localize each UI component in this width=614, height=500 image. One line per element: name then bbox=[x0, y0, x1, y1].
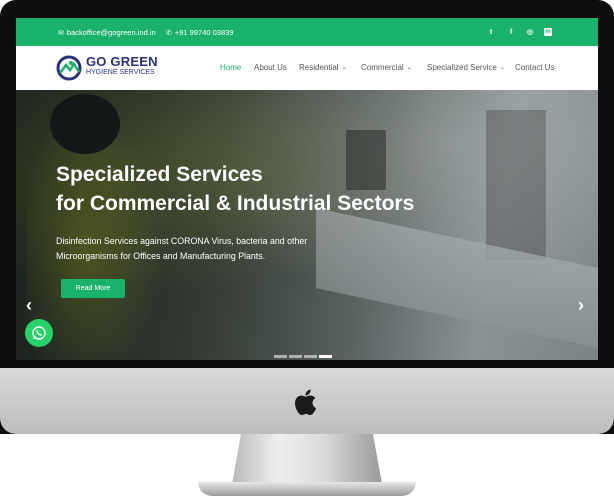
hero-subtitle-line1: Disinfection Services against CORONA Vir… bbox=[56, 236, 308, 246]
slider-pagination bbox=[274, 355, 332, 358]
nav-item-label: Residential bbox=[299, 63, 339, 72]
slider-prev-arrow-icon[interactable]: ‹ bbox=[26, 295, 32, 316]
hero-title-line1: Specialized Services bbox=[56, 163, 263, 186]
slider-dot[interactable] bbox=[304, 355, 317, 358]
website-screen: ✉ backoffice@gogreen.ind.in ✆ +91 99740 … bbox=[16, 18, 598, 360]
facebook-icon[interactable]: f bbox=[506, 27, 516, 37]
nav-item-about-us[interactable]: About Us bbox=[254, 63, 287, 72]
phone-text: +91 99740 03839 bbox=[174, 28, 234, 37]
hero-subtitle: Disinfection Services against CORONA Vir… bbox=[56, 234, 307, 264]
envelope-icon: ✉ bbox=[58, 29, 64, 37]
apple-logo-icon bbox=[295, 389, 317, 416]
phone-link[interactable]: ✆ +91 99740 03839 bbox=[166, 28, 233, 37]
nav-item-home[interactable]: Home bbox=[220, 63, 241, 72]
whatsapp-chat-button[interactable] bbox=[25, 319, 53, 347]
email-link[interactable]: ✉ backoffice@gogreen.ind.in bbox=[58, 28, 156, 37]
logo-emblem-icon bbox=[56, 55, 82, 81]
main-navigation: GO GREEN HYGIENE SERVICES Home About Us … bbox=[16, 46, 598, 91]
hero-title-line2: for Commercial & Industrial Sectors bbox=[56, 192, 415, 215]
logo-name: GO GREEN bbox=[86, 54, 158, 69]
hero-slider: ‹ › Specialized Services for Commercial … bbox=[16, 90, 598, 360]
slider-dot[interactable] bbox=[289, 355, 302, 358]
nav-item-label: Contact Us bbox=[515, 63, 555, 72]
slider-dot-active[interactable] bbox=[319, 355, 332, 358]
whatsapp-icon bbox=[32, 326, 46, 340]
logo-tagline: HYGIENE SERVICES bbox=[86, 69, 155, 76]
hero-overlay bbox=[16, 90, 598, 360]
email-text: backoffice@gogreen.ind.in bbox=[66, 28, 156, 37]
instagram-icon[interactable]: ◎ bbox=[525, 27, 535, 37]
nav-item-label: Commercial bbox=[361, 63, 404, 72]
monitor-stand-base bbox=[198, 482, 416, 496]
phone-icon: ✆ bbox=[166, 29, 172, 37]
nav-item-label: About Us bbox=[254, 63, 287, 72]
nav-item-label: Specialized Service bbox=[427, 63, 497, 72]
slider-dot[interactable] bbox=[274, 355, 287, 358]
chevron-down-icon: ⌄ bbox=[499, 65, 505, 71]
twitter-icon[interactable]: t bbox=[486, 27, 496, 37]
linkedin-icon[interactable]: in bbox=[544, 28, 552, 36]
slider-next-arrow-icon[interactable]: › bbox=[578, 295, 584, 316]
monitor-stand-neck bbox=[232, 434, 382, 484]
read-more-button[interactable]: Read More bbox=[61, 279, 125, 298]
site-logo[interactable]: GO GREEN HYGIENE SERVICES bbox=[56, 54, 166, 82]
nav-item-contact-us[interactable]: Contact Us bbox=[515, 63, 555, 72]
nav-item-label: Home bbox=[220, 63, 242, 72]
nav-item-commercial[interactable]: Commercial ⌄ bbox=[361, 63, 412, 72]
nav-item-specialized-service[interactable]: Specialized Service ⌄ bbox=[427, 63, 505, 72]
top-contact-bar: ✉ backoffice@gogreen.ind.in ✆ +91 99740 … bbox=[16, 18, 598, 46]
chevron-down-icon: ⌄ bbox=[406, 65, 412, 71]
hero-title: Specialized Services for Commercial & In… bbox=[56, 160, 414, 218]
chevron-down-icon: ⌄ bbox=[341, 65, 347, 71]
hero-subtitle-line2: Microorganisms for Offices and Manufactu… bbox=[56, 251, 266, 261]
nav-item-residential[interactable]: Residential ⌄ bbox=[299, 63, 347, 72]
